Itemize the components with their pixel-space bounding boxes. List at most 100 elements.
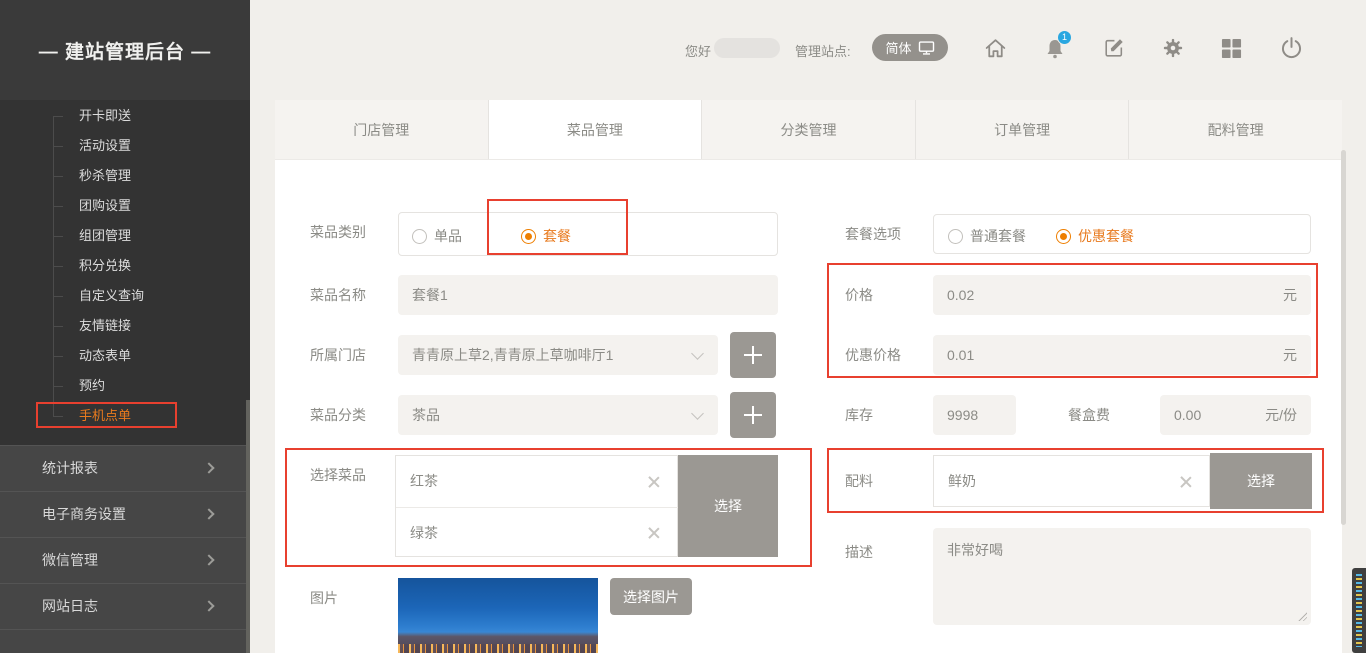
discount-price-input[interactable]: 0.01元 — [933, 335, 1311, 375]
image-label: 图片 — [310, 578, 338, 618]
category-select[interactable]: 茶品 — [398, 395, 718, 435]
tab-dish-management[interactable]: 菜品管理 — [489, 100, 703, 159]
annotation-box-mobile-order — [36, 402, 177, 428]
remove-icon[interactable] — [647, 526, 661, 540]
content-card: 门店管理 菜品管理 分类管理 订单管理 配料管理 菜品类别 单品 套餐 菜品名称… — [275, 100, 1342, 653]
language-button[interactable]: 简体 — [872, 34, 948, 61]
dish-image-thumbnail[interactable] — [398, 578, 598, 653]
radio-off-icon[interactable] — [948, 229, 963, 244]
radio-discount-combo[interactable]: 优惠套餐 — [1056, 226, 1134, 246]
tree-tick-icon — [53, 206, 63, 207]
tab-order-management[interactable]: 订单管理 — [916, 100, 1130, 159]
sidebar-scrollbar[interactable] — [246, 400, 250, 653]
tree-tick-icon — [53, 356, 63, 357]
tab-category-management[interactable]: 分类管理 — [702, 100, 916, 159]
plus-icon — [743, 405, 763, 425]
sidebar: — 建站管理后台 — 开卡即送 活动设置 秒杀管理 团购设置 组团管理 积分兑换… — [0, 0, 250, 653]
tree-tick-icon — [53, 266, 63, 267]
unit-label: 元 — [1283, 335, 1297, 375]
tree-tick-icon — [53, 296, 63, 297]
sidebar-section-site-logs[interactable]: 网站日志 — [0, 583, 250, 629]
tab-bar: 门店管理 菜品管理 分类管理 订单管理 配料管理 — [275, 100, 1342, 160]
unit-label: 元/份 — [1265, 395, 1297, 435]
discount-price-label: 优惠价格 — [845, 335, 901, 375]
gear-icon[interactable] — [1162, 37, 1184, 64]
select-dish-label: 选择菜品 — [310, 455, 366, 495]
tab-ingredient-management[interactable]: 配料管理 — [1129, 100, 1342, 159]
sidebar-item-reservation[interactable]: 预约 — [0, 371, 250, 401]
dish-type-radio-group: 单品 套餐 — [398, 212, 778, 256]
sidebar-item-custom-query[interactable]: 自定义查询 — [0, 281, 250, 311]
sidebar-item-group-management[interactable]: 组团管理 — [0, 221, 250, 251]
radio-on-icon[interactable] — [1056, 229, 1071, 244]
resize-handle[interactable] — [1297, 611, 1307, 621]
sidebar-item-activity-settings[interactable]: 活动设置 — [0, 131, 250, 161]
dish-list-item: 红茶 — [396, 456, 679, 507]
user-name-redacted — [714, 38, 780, 58]
monitor-icon — [918, 41, 935, 55]
chevron-right-icon — [203, 600, 214, 611]
selected-dish-list: 红茶 绿茶 — [395, 455, 678, 557]
tree-tick-icon — [53, 236, 63, 237]
chevron-right-icon — [203, 508, 214, 519]
remove-icon[interactable] — [647, 475, 661, 489]
tree-tick-icon — [53, 386, 63, 387]
dish-name-input[interactable]: 套餐1 — [398, 275, 778, 315]
tab-store-management[interactable]: 门店管理 — [275, 100, 489, 159]
remove-icon[interactable] — [1179, 475, 1193, 489]
box-fee-label: 餐盒费 — [1068, 395, 1110, 435]
power-logout-icon[interactable] — [1279, 36, 1304, 66]
sidebar-item-friend-links[interactable]: 友情链接 — [0, 311, 250, 341]
notification-badge: 1 — [1057, 30, 1072, 45]
ingredient-input[interactable]: 鲜奶 — [933, 455, 1210, 507]
side-widget[interactable] — [1352, 568, 1366, 653]
ingredient-label: 配料 — [845, 461, 873, 501]
dish-type-label: 菜品类别 — [310, 212, 366, 252]
sidebar-sections: 统计报表 电子商务设置 微信管理 网站日志 — [0, 445, 250, 653]
description-label: 描述 — [845, 532, 873, 572]
sidebar-submenu: 开卡即送 活动设置 秒杀管理 团购设置 组团管理 积分兑换 自定义查询 友情链接… — [0, 100, 250, 445]
store-label: 所属门店 — [310, 335, 366, 375]
sidebar-section-ecommerce[interactable]: 电子商务设置 — [0, 491, 250, 537]
edit-icon[interactable] — [1103, 37, 1125, 64]
tree-tick-icon — [53, 176, 63, 177]
box-fee-input[interactable]: 0.00元/份 — [1160, 395, 1311, 435]
home-icon[interactable] — [983, 36, 1008, 66]
store-select[interactable]: 青青原上草2,青青原上草咖啡厅1 — [398, 335, 718, 375]
store-add-button[interactable] — [730, 332, 776, 378]
stock-input[interactable]: 9998 — [933, 395, 1016, 435]
radio-single[interactable]: 单品 — [412, 226, 462, 246]
radio-on-icon[interactable] — [521, 229, 536, 244]
sidebar-item-flash-sale[interactable]: 秒杀管理 — [0, 161, 250, 191]
apps-grid-icon[interactable] — [1221, 38, 1242, 64]
ingredient-select-button[interactable]: 选择 — [1210, 453, 1312, 509]
radio-off-icon[interactable] — [412, 229, 427, 244]
unit-label: 元 — [1283, 275, 1297, 315]
app-title: — 建站管理后台 — — [0, 0, 250, 100]
select-dish-button[interactable]: 选择 — [678, 455, 778, 557]
sidebar-item-dynamic-forms[interactable]: 动态表单 — [0, 341, 250, 371]
tree-tick-icon — [53, 116, 63, 117]
sidebar-item-points-exchange[interactable]: 积分兑换 — [0, 251, 250, 281]
widget-stripes-icon — [1356, 574, 1362, 647]
dish-list-item: 绿茶 — [396, 507, 679, 558]
sidebar-section-statistics[interactable]: 统计报表 — [0, 445, 250, 491]
select-image-button[interactable]: 选择图片 — [610, 578, 692, 615]
description-textarea[interactable]: 非常好喝 — [933, 528, 1311, 625]
greeting-text: 您好 — [685, 41, 711, 60]
category-label: 菜品分类 — [310, 395, 366, 435]
price-input[interactable]: 0.02元 — [933, 275, 1311, 315]
chevron-right-icon — [203, 554, 214, 565]
stock-label: 库存 — [845, 395, 873, 435]
category-add-button[interactable] — [730, 392, 776, 438]
radio-normal-combo[interactable]: 普通套餐 — [948, 226, 1026, 246]
tree-tick-icon — [53, 146, 63, 147]
sidebar-item-open-card-gift[interactable]: 开卡即送 — [0, 101, 250, 131]
combo-option-radio-group: 普通套餐 优惠套餐 — [933, 214, 1311, 254]
radio-combo[interactable]: 套餐 — [521, 226, 571, 246]
sidebar-section-wechat[interactable]: 微信管理 — [0, 537, 250, 583]
tree-tick-icon — [53, 326, 63, 327]
sidebar-section-partial — [0, 629, 250, 653]
content-scrollbar[interactable] — [1341, 150, 1346, 525]
sidebar-item-group-buy[interactable]: 团购设置 — [0, 191, 250, 221]
